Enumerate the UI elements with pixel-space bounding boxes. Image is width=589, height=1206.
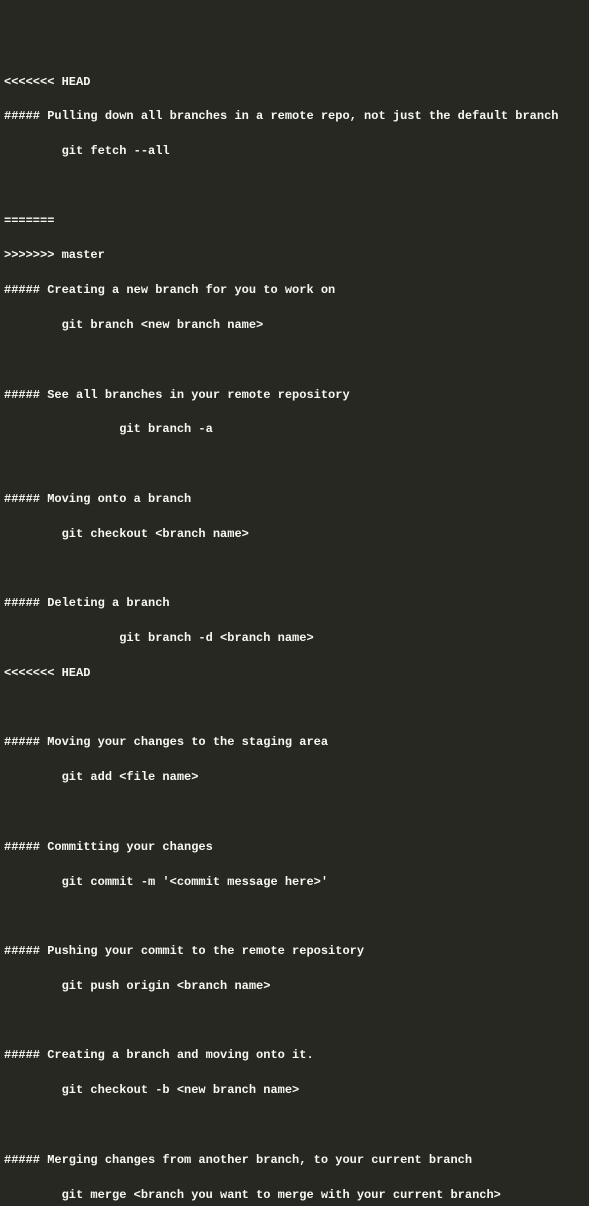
heading-create-move-branch: ##### Creating a branch and moving onto … [4,1047,585,1064]
blank-line [4,561,585,578]
cmd-git-branch-a: git branch -a [4,421,585,438]
blank-line [4,1013,585,1030]
blank-line [4,1117,585,1134]
heading-pull-branches: ##### Pulling down all branches in a rem… [4,108,585,125]
heading-see-branches: ##### See all branches in your remote re… [4,387,585,404]
heading-committing: ##### Committing your changes [4,839,585,856]
heading-merging: ##### Merging changes from another branc… [4,1152,585,1169]
conflict-marker-separator: ======= [4,213,585,230]
heading-deleting-branch: ##### Deleting a branch [4,595,585,612]
heading-pushing: ##### Pushing your commit to the remote … [4,943,585,960]
blank-line [4,804,585,821]
blank-line [4,352,585,369]
heading-staging: ##### Moving your changes to the staging… [4,734,585,751]
cmd-git-fetch-all: git fetch --all [4,143,585,160]
heading-create-branch: ##### Creating a new branch for you to w… [4,282,585,299]
conflict-marker-head-2: <<<<<<< HEAD [4,665,585,682]
conflict-marker-master: >>>>>>> master [4,247,585,264]
blank-line [4,700,585,717]
cmd-git-merge: git merge <branch you want to merge with… [4,1187,585,1204]
cmd-git-checkout-b: git checkout -b <new branch name> [4,1082,585,1099]
cmd-git-add: git add <file name> [4,769,585,786]
conflict-marker-head: <<<<<<< HEAD [4,74,585,91]
blank-line [4,908,585,925]
blank-line [4,456,585,473]
heading-moving-branch: ##### Moving onto a branch [4,491,585,508]
cmd-git-branch-new: git branch <new branch name> [4,317,585,334]
cmd-git-commit: git commit -m '<commit message here>' [4,874,585,891]
cmd-git-branch-d: git branch -d <branch name> [4,630,585,647]
blank-line [4,178,585,195]
cmd-git-push: git push origin <branch name> [4,978,585,995]
cmd-git-checkout: git checkout <branch name> [4,526,585,543]
